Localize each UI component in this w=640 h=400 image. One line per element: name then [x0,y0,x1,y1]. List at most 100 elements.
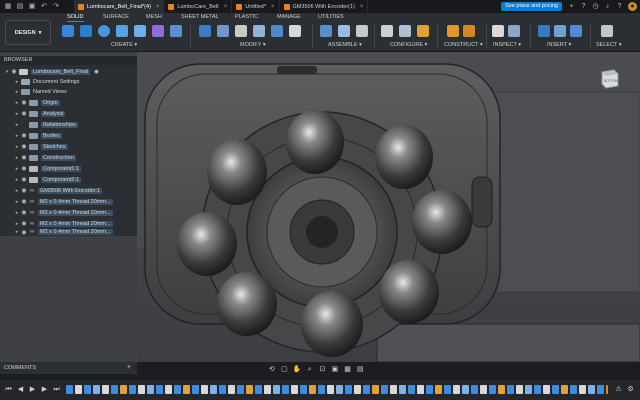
timeline-feature[interactable] [444,385,451,394]
timeline-feature[interactable] [435,385,442,394]
timeline-feature[interactable] [147,385,154,394]
construct-menu[interactable]: CONSTRUCT ▾ [444,42,483,48]
close-icon[interactable]: × [224,4,228,10]
chamfer-icon[interactable] [235,25,247,37]
revolve-icon[interactable] [98,25,110,37]
timeline-feature[interactable] [156,385,163,394]
clock-icon[interactable]: ◷ [591,2,600,11]
timeline-feature[interactable] [102,385,109,394]
pattern-icon[interactable] [152,25,164,37]
eye-icon[interactable]: ◉ [20,229,28,236]
extrude-icon[interactable] [116,25,128,37]
timeline-feature[interactable] [525,385,532,394]
timeline-feature[interactable] [336,385,343,394]
tree-item[interactable]: ▸ Document Settings [0,77,137,86]
shell-icon[interactable] [253,25,265,37]
avatar[interactable]: ● [628,2,637,11]
tree-item[interactable]: ▸ ◉ ∞ M2 x 0.4mm Thread 20mm... [0,197,137,206]
tree-item[interactable]: ▸ ◉ Component2:1 [0,175,137,184]
warning-icon[interactable]: ⚠ [614,385,623,394]
insert-image-icon[interactable] [554,25,566,37]
timeline-feature[interactable] [192,385,199,394]
timeline-feature[interactable] [363,385,370,394]
tree-item[interactable]: ▸ ◉ Sketches [0,142,137,151]
fit-icon[interactable]: ⊡ [318,365,328,375]
insert-menu[interactable]: INSERT ▾ [547,42,571,48]
timeline-feature[interactable] [390,385,397,394]
eye-icon[interactable]: ◉ [20,165,28,172]
tab-utilities[interactable]: UTILITIES [318,14,344,22]
close-icon[interactable]: × [271,4,275,10]
chevron-right-icon[interactable]: ▸ [14,89,20,95]
comments-panel[interactable]: COMMENTS + [0,362,137,374]
play-icon[interactable]: ▶ [28,385,37,394]
timeline-feature[interactable] [66,385,73,394]
timeline-feature[interactable] [183,385,190,394]
tree-item[interactable]: ▸ ◉ ∞ GM3506 With Encoder:1 [0,186,137,195]
document-tab[interactable]: LumboCare_Belt × [164,0,233,13]
hole-icon[interactable] [134,25,146,37]
chevron-right-icon[interactable]: ▸ [14,122,20,128]
tab-sheet-metal[interactable]: SHEET METAL [181,14,219,22]
tree-item[interactable]: ▸ ◉ Analysis [0,109,137,118]
eye-icon[interactable]: ◉ [10,68,18,75]
timeline-feature[interactable] [561,385,568,394]
timeline-feature[interactable] [570,385,577,394]
offset-plane-icon[interactable] [447,25,459,37]
press-pull-icon[interactable] [199,25,211,37]
settings-icon[interactable]: ⚙ [626,385,635,394]
section-analysis-icon[interactable] [508,25,520,37]
timeline-feature[interactable] [543,385,550,394]
redo-icon[interactable]: ↷ [52,3,60,11]
timeline-feature[interactable] [552,385,559,394]
tree-item[interactable]: ▸ ◉ Bodies [0,131,137,140]
timeline-feature[interactable] [588,385,595,394]
timeline-feature[interactable] [237,385,244,394]
step-back-icon[interactable]: ◀ [16,385,25,394]
tree-root[interactable]: ▾ ◉ Lumbocare_Belt_Final ◉ [0,67,137,76]
insert-derive-icon[interactable] [538,25,550,37]
timeline-feature[interactable] [489,385,496,394]
timeline-feature[interactable] [210,385,217,394]
timeline-feature[interactable] [426,385,433,394]
tree-item[interactable]: ▸ ◉ Origin [0,98,137,107]
save-icon[interactable]: ▣ [28,3,36,11]
go-to-start-icon[interactable]: ⏮ [4,385,13,394]
timeline-feature[interactable] [318,385,325,394]
timeline-feature[interactable] [264,385,271,394]
go-to-end-icon[interactable]: ⏭ [52,385,61,394]
grid-icon[interactable]: ▦ [343,365,353,375]
document-tab[interactable]: Lumbocare_Belt_Final*(4) × [74,0,165,13]
timeline-feature[interactable] [480,385,487,394]
display-settings-icon[interactable]: ▣ [330,365,340,375]
undo-icon[interactable]: ↶ [40,3,48,11]
timeline-feature[interactable] [219,385,226,394]
eye-icon[interactable]: ◉ [20,99,28,106]
configure-menu[interactable]: CONFIGURE ▾ [390,42,427,48]
configure-theme-icon[interactable] [417,25,429,37]
file-icon[interactable]: ▤ [16,3,24,11]
see-plans-button[interactable]: See plans and pricing [501,2,562,11]
select-arrow-icon[interactable] [601,25,613,37]
viewports-icon[interactable]: ▤ [355,365,365,375]
eye-icon[interactable]: ◉ [20,198,28,205]
view-cube[interactable]: BOTTOM [598,66,622,90]
workspace-dropdown[interactable]: DESIGN ▾ [5,20,51,45]
timeline-feature[interactable] [372,385,379,394]
as-built-joint-icon[interactable] [338,25,350,37]
timeline-feature[interactable] [111,385,118,394]
configure-table-icon[interactable] [381,25,393,37]
document-tab[interactable]: GM3506 With Encoder(1) × [280,0,369,13]
step-forward-icon[interactable]: ▶ [40,385,49,394]
timeline-feature[interactable] [399,385,406,394]
document-tab[interactable]: Untitled* × [232,0,280,13]
tab-surface[interactable]: SURFACE [103,14,129,22]
timeline-feature[interactable] [129,385,136,394]
timeline-feature[interactable] [597,385,604,394]
tree-item[interactable]: ▸ ◉ Component1:1 [0,164,137,173]
timeline-feature[interactable] [417,385,424,394]
joint-icon[interactable] [320,25,332,37]
tree-item[interactable]: ▸ ◉ ∞ M2 x 0.4mm Thread 20mm... [0,219,137,228]
assemble-menu[interactable]: ASSEMBLE ▾ [328,42,362,48]
measure-icon[interactable] [492,25,504,37]
